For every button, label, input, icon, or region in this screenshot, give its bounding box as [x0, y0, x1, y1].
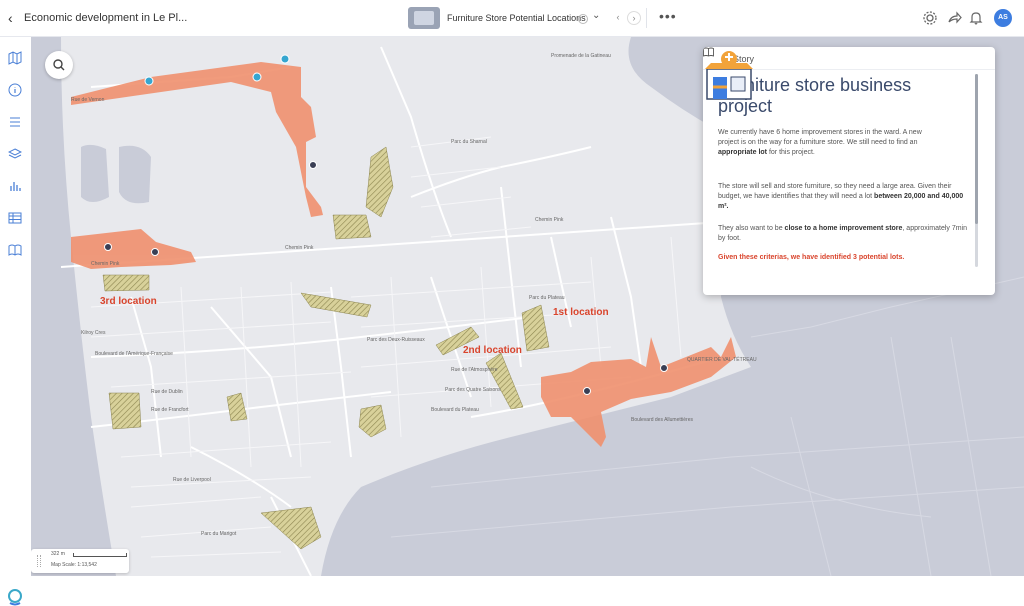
- story-scrollbar[interactable]: [975, 74, 978, 267]
- park-label: Parc du Plateau: [529, 295, 565, 301]
- park-label: Parc du Marigot: [201, 531, 237, 537]
- story-paragraph-1: We currently have 6 home improvement sto…: [718, 129, 922, 156]
- lot[interactable]: [332, 214, 372, 240]
- table-icon[interactable]: [8, 211, 22, 225]
- map-scale: 322 m Map Scale: 1:13,542: [31, 549, 129, 573]
- story-paragraph-2: The store will sell and store furniture,…: [718, 183, 964, 210]
- street-label: Promenade de la Gatineau: [551, 53, 611, 59]
- map-icon[interactable]: [8, 51, 22, 65]
- lot[interactable]: [108, 392, 142, 430]
- street-label: Chemin Pink: [91, 261, 120, 267]
- scale-ratio: Map Scale: 1:13,542: [51, 562, 97, 568]
- divider: [646, 8, 647, 28]
- search-icon: [53, 59, 65, 71]
- story-panel: Story Furniture store business project W…: [703, 47, 995, 295]
- info-icon[interactable]: [8, 83, 22, 97]
- store-icon: [705, 51, 753, 100]
- map-canvas[interactable]: 3rd location 1st location 2nd location R…: [31, 37, 1024, 576]
- street-label: Kilroy Cres: [81, 330, 106, 336]
- location-label-2nd: 2nd location: [463, 345, 522, 356]
- street-label: Chemin Pink: [535, 217, 564, 223]
- park-label: Parc des Deux-Ruisseaux: [367, 337, 425, 343]
- street-label: Rue de Francfort: [151, 407, 189, 413]
- settings-icon[interactable]: [922, 10, 938, 26]
- scale-distance: 322 m: [51, 551, 65, 557]
- park-label: Parc du Sharnal: [451, 139, 487, 145]
- pond: [119, 145, 151, 204]
- book-icon[interactable]: [8, 243, 22, 257]
- story-conclusion: Given these criterias, we have identifie…: [718, 254, 905, 261]
- street-label: Rue de Liverpool: [173, 477, 211, 483]
- street-label: Rue de Vernon: [71, 97, 105, 103]
- street-label: Boulevard de l'Amérique-Française: [95, 351, 173, 357]
- location-label-3rd: 3rd location: [100, 296, 157, 307]
- logo-icon: [8, 589, 22, 606]
- left-sidebar: [0, 37, 32, 606]
- location-label-1st: 1st location: [553, 307, 609, 318]
- back-arrow-icon[interactable]: ‹: [8, 10, 13, 26]
- park-label: Parc des Quatre Saisons: [445, 387, 501, 393]
- view-name[interactable]: Furniture Store Potential Locations: [447, 13, 586, 23]
- story-paragraph-3: They also want to be close to a home imp…: [718, 225, 968, 242]
- street-label: Chemin Pink: [285, 245, 314, 251]
- list-icon[interactable]: [8, 115, 22, 129]
- lot[interactable]: [102, 274, 150, 292]
- street-label: QUARTIER DE VAL-TÉTREAU: [687, 357, 757, 363]
- prev-icon[interactable]: ‹: [612, 11, 624, 23]
- page-title[interactable]: Economic development in Le Pl...: [24, 12, 187, 24]
- avatar[interactable]: AS: [994, 9, 1012, 27]
- scroll-thumb[interactable]: [975, 74, 978, 224]
- street-label: Boulevard du Plateau: [431, 407, 479, 413]
- drag-handle-icon[interactable]: [37, 555, 41, 567]
- chevron-down-icon[interactable]: ⌄: [592, 10, 600, 21]
- land-area: [61, 37, 751, 576]
- map-search-button[interactable]: [45, 51, 73, 79]
- status-circle-icon: [578, 14, 588, 24]
- chart-icon[interactable]: [8, 179, 22, 193]
- pond: [81, 144, 109, 202]
- street-label: Rue de l'Atmosphère: [451, 367, 498, 373]
- scale-bar: [73, 553, 127, 557]
- layers-icon[interactable]: [8, 147, 22, 161]
- next-icon[interactable]: ›: [627, 11, 641, 25]
- bell-icon[interactable]: [968, 10, 984, 26]
- view-thumbnail[interactable]: [408, 7, 440, 29]
- street-label: Rue de Dublin: [151, 389, 183, 395]
- top-bar: ‹ Economic development in Le Pl... Furni…: [0, 0, 1024, 37]
- share-icon[interactable]: [946, 10, 962, 26]
- more-icon[interactable]: •••: [659, 8, 677, 24]
- street-label: Boulevard des Allumettières: [631, 417, 693, 423]
